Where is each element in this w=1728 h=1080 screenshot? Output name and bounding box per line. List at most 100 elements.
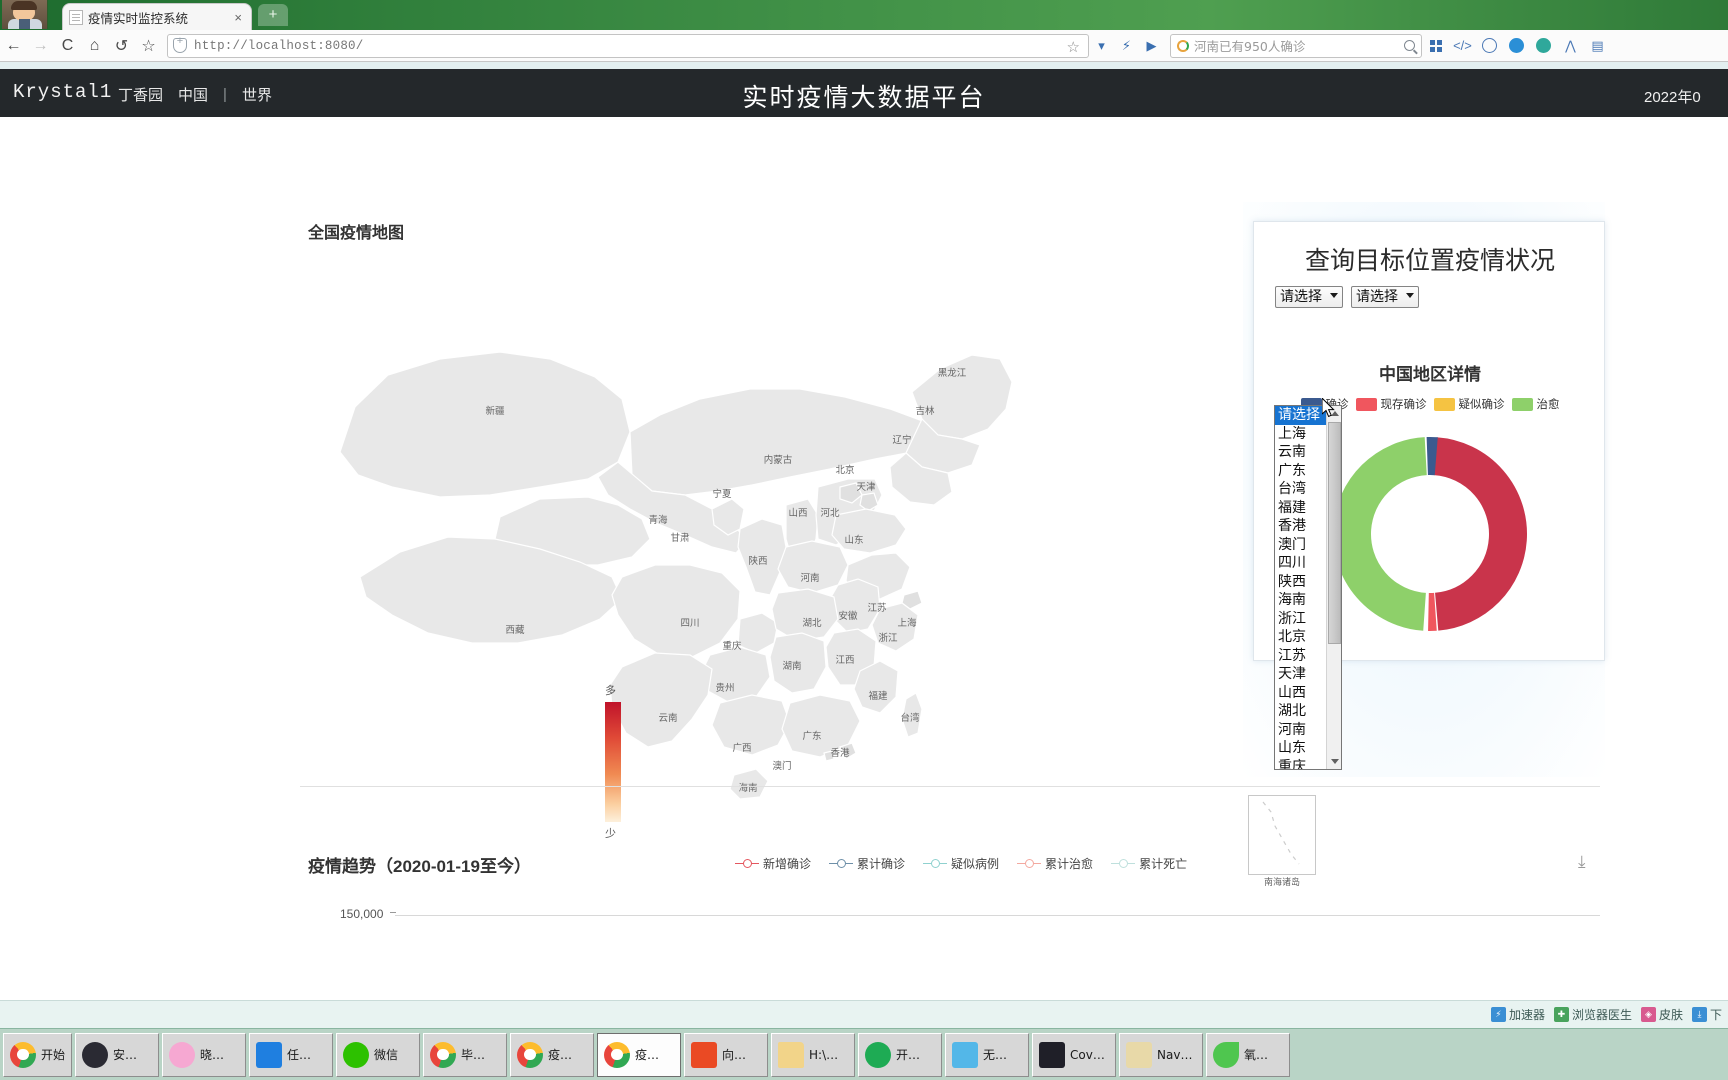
- status-item-skin[interactable]: ◈ 皮肤: [1640, 1006, 1683, 1023]
- reload-icon[interactable]: C: [54, 33, 81, 59]
- nav-item-dingxiangyuan[interactable]: 丁香园: [118, 84, 163, 105]
- status-item-accelerator[interactable]: ⚡ 加速器: [1490, 1006, 1545, 1023]
- search-input[interactable]: 河南已有950人确诊: [1194, 36, 1404, 55]
- history-icon[interactable]: ↺: [108, 33, 135, 59]
- legend-label: 累计确诊: [857, 857, 906, 871]
- address-bar[interactable]: http://localhost:8080/ ☆: [167, 33, 1089, 58]
- map-label: 青海: [648, 515, 668, 526]
- play-icon[interactable]: ▶: [1139, 33, 1164, 59]
- browser-profile-avatar[interactable]: [2, 0, 48, 29]
- teal-circle-icon[interactable]: [1530, 33, 1557, 59]
- map-label: 云南: [658, 713, 678, 724]
- visualmap-gradient[interactable]: [605, 702, 621, 822]
- dropdown-option[interactable]: 四川: [1275, 554, 1326, 573]
- dropdown-scrollbar[interactable]: [1326, 406, 1341, 769]
- legend-item-suspected[interactable]: 疑似确诊: [1433, 396, 1505, 412]
- home-icon[interactable]: ⌂: [81, 33, 108, 59]
- trend-legend-item-total-deaths[interactable]: 累计死亡: [1111, 855, 1187, 872]
- province-dropdown-list[interactable]: 请选择 上海 云南 广东 台湾 福建 香港 澳门 四川 陕西 海南 浙江 北京 …: [1274, 405, 1342, 770]
- city-select[interactable]: 请选择: [1351, 286, 1419, 308]
- status-item-browser-doctor[interactable]: ✚ 浏览器医生: [1553, 1006, 1632, 1023]
- dropdown-option[interactable]: 台湾: [1275, 480, 1326, 499]
- dropdown-option[interactable]: 重庆: [1275, 758, 1326, 770]
- taskbar-item[interactable]: 无…: [945, 1032, 1030, 1077]
- legend-swatch: [1433, 397, 1455, 411]
- download-icon[interactable]: ⤓: [1578, 852, 1586, 872]
- skin-icon: ◈: [1640, 1007, 1656, 1022]
- dropdown-option[interactable]: 上海: [1275, 425, 1326, 444]
- taskbar-item[interactable]: 晓…: [162, 1032, 247, 1077]
- taskbar-label: 开…: [896, 1048, 921, 1062]
- dropdown-option[interactable]: 请选择: [1275, 406, 1326, 425]
- dropdown-option[interactable]: 湖北: [1275, 702, 1326, 721]
- menu-icon[interactable]: ▤: [1584, 33, 1611, 59]
- dropdown-option[interactable]: 天津: [1275, 665, 1326, 684]
- chevron-down-icon[interactable]: ▾: [1089, 33, 1114, 59]
- map-label: 江苏: [867, 603, 887, 614]
- dropdown-option[interactable]: 北京: [1275, 628, 1326, 647]
- taskbar-item[interactable]: 氧…: [1206, 1032, 1291, 1077]
- nav-item-world[interactable]: 世界: [242, 84, 272, 105]
- search-icon[interactable]: [1404, 40, 1415, 51]
- forward-icon[interactable]: →: [27, 33, 54, 59]
- legend-item-cured[interactable]: 治愈: [1511, 396, 1560, 412]
- browser-tab[interactable]: 疫情实时监控系统 ×: [62, 3, 252, 30]
- dropdown-option[interactable]: 河南: [1275, 721, 1326, 740]
- taskbar-item-wechat[interactable]: 微信: [336, 1032, 421, 1077]
- taskbar-item[interactable]: 向…: [684, 1032, 769, 1077]
- close-icon[interactable]: ×: [231, 10, 245, 25]
- dropdown-option[interactable]: 澳门: [1275, 536, 1326, 555]
- nav-item-china[interactable]: 中国: [178, 84, 208, 105]
- dropdown-option[interactable]: 云南: [1275, 443, 1326, 462]
- trend-legend-item-total-confirmed[interactable]: 累计确诊: [829, 855, 905, 872]
- search-box[interactable]: 河南已有950人确诊: [1170, 33, 1422, 58]
- bookmark-icon[interactable]: ☆: [135, 33, 162, 59]
- status-item-download[interactable]: ⤓ 下: [1691, 1006, 1722, 1023]
- apps-grid-icon[interactable]: [1422, 33, 1449, 59]
- dropdown-option[interactable]: 海南: [1275, 591, 1326, 610]
- taskbar-item[interactable]: 毕…: [423, 1032, 508, 1077]
- chart-icon[interactable]: ⋀: [1557, 33, 1584, 59]
- province-select[interactable]: 请选择: [1275, 286, 1343, 308]
- back-icon[interactable]: ←: [0, 33, 27, 59]
- china-map[interactable]: 黑龙江 吉林 辽宁 内蒙古 新疆 北京 天津 宁夏 河北 山西 山东 青海 甘肃…: [300, 247, 1316, 887]
- legend-item-current-confirmed[interactable]: 现存确诊: [1355, 396, 1427, 412]
- taskbar-item-active[interactable]: 疫…: [597, 1032, 682, 1077]
- app-icon: [82, 1041, 109, 1068]
- taskbar-item[interactable]: 开…: [858, 1032, 943, 1077]
- scroll-down-icon[interactable]: [1327, 754, 1341, 769]
- start-button[interactable]: 开始: [3, 1032, 73, 1077]
- dropdown-option[interactable]: 香港: [1275, 517, 1326, 536]
- search-engine-icon: [1177, 39, 1189, 52]
- taskbar-item[interactable]: Nav…: [1119, 1032, 1204, 1077]
- legend-label: 疑似病例: [951, 857, 1000, 871]
- taskbar-item-folder[interactable]: H:\…: [771, 1032, 856, 1077]
- scrollbar-thumb[interactable]: [1328, 422, 1341, 644]
- legend-swatch: [1355, 397, 1377, 411]
- minus-circle-icon[interactable]: [1476, 33, 1503, 59]
- dropdown-option[interactable]: 江苏: [1275, 647, 1326, 666]
- taskbar-label: 安…: [113, 1048, 138, 1062]
- code-icon[interactable]: </>: [1449, 33, 1476, 59]
- dropdown-option[interactable]: 山西: [1275, 684, 1326, 703]
- dropdown-option[interactable]: 山东: [1275, 739, 1326, 758]
- lightning-icon[interactable]: ⚡: [1114, 33, 1139, 59]
- dropdown-option[interactable]: 浙江: [1275, 610, 1326, 629]
- taskbar-item[interactable]: 任…: [249, 1032, 334, 1077]
- taskbar-item-idea[interactable]: Cov…: [1032, 1032, 1117, 1077]
- blue-circle-icon[interactable]: [1503, 33, 1530, 59]
- taskbar-item[interactable]: 安…: [75, 1032, 160, 1077]
- dropdown-option[interactable]: 广东: [1275, 462, 1326, 481]
- province-select-wrap[interactable]: 请选择: [1275, 286, 1343, 308]
- trend-legend-item-total-cured[interactable]: 累计治愈: [1017, 855, 1093, 872]
- trend-legend-item-new-confirmed[interactable]: 新增确诊: [735, 855, 811, 872]
- star-icon[interactable]: ☆: [1067, 38, 1080, 56]
- dropdown-option[interactable]: 福建: [1275, 499, 1326, 518]
- new-tab-button[interactable]: +: [258, 4, 288, 26]
- site-header: Krystal1 丁香园 中国 | 世界 实时疫情大数据平台 2022年0: [0, 69, 1728, 117]
- scroll-up-icon[interactable]: [1327, 406, 1341, 421]
- dropdown-option[interactable]: 陕西: [1275, 573, 1326, 592]
- city-select-wrap[interactable]: 请选择: [1351, 286, 1419, 308]
- trend-legend-item-suspected[interactable]: 疑似病例: [923, 855, 999, 872]
- taskbar-item[interactable]: 疫…: [510, 1032, 595, 1077]
